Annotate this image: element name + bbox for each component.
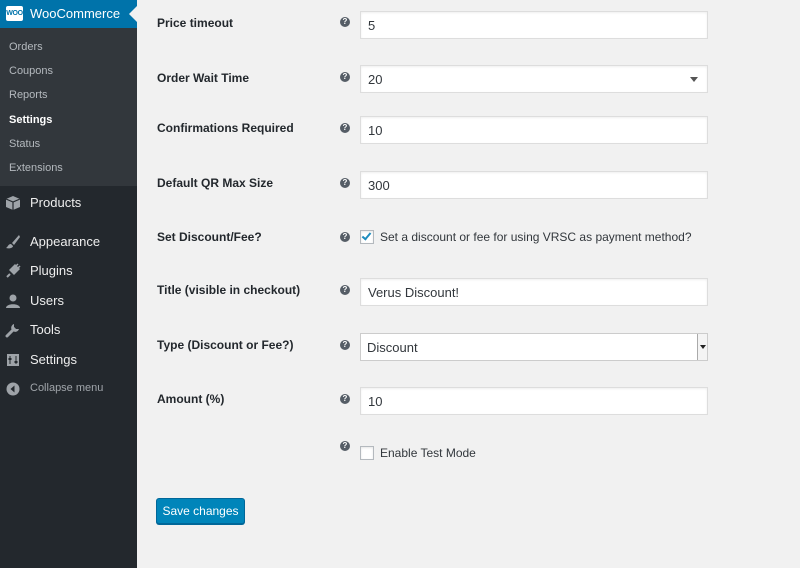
help-icon[interactable]: ? <box>340 340 350 350</box>
confirmations-required-label: Confirmations Required <box>157 121 294 135</box>
submenu-item-status[interactable]: Status <box>9 137 40 151</box>
sidebar-item-label: Tools <box>30 322 61 337</box>
sidebar-item-label: Users <box>30 293 64 308</box>
sidebar-item-plugins[interactable]: Plugins <box>0 259 137 283</box>
help-icon[interactable]: ? <box>340 72 350 82</box>
sidebar-item-settings[interactable]: Settings <box>0 348 137 372</box>
title-input[interactable]: Verus Discount! <box>360 278 708 306</box>
set-discount-fee-label: Set Discount/Fee? <box>157 230 262 244</box>
wrench-icon <box>5 324 19 338</box>
price-timeout-input[interactable]: 5 <box>360 11 708 39</box>
woocommerce-logo-icon: WOO <box>6 6 23 21</box>
amount-input[interactable]: 10 <box>360 387 708 415</box>
default-qr-max-size-label: Default QR Max Size <box>157 176 274 190</box>
set-discount-fee-checkbox[interactable] <box>360 230 374 244</box>
amount-label: Amount (%) <box>157 392 225 406</box>
submenu-item-settings[interactable]: Settings <box>9 113 52 127</box>
user-icon <box>6 294 20 308</box>
order-wait-time-select[interactable]: 20 <box>360 65 708 93</box>
submenu-item-coupons[interactable]: Coupons <box>9 64 53 78</box>
submenu-item-reports[interactable]: Reports <box>9 88 48 102</box>
order-wait-time-value: 20 <box>368 72 383 87</box>
woocommerce-submenu: Orders Coupons Reports Settings Status E… <box>0 28 137 186</box>
type-select[interactable]: Discount <box>360 333 708 361</box>
type-select-value: Discount <box>367 340 418 355</box>
current-menu-arrow-icon <box>129 6 137 22</box>
collapse-menu-button[interactable]: Collapse menu <box>0 377 137 401</box>
help-icon[interactable]: ? <box>340 17 350 27</box>
collapse-arrow-icon <box>6 382 20 396</box>
enable-test-mode-checkbox[interactable] <box>360 446 374 460</box>
default-qr-max-size-input[interactable]: 300 <box>360 171 708 199</box>
submenu-item-extensions[interactable]: Extensions <box>9 161 63 175</box>
paintbrush-icon <box>6 235 20 249</box>
sidebar-item-label: Products <box>30 195 82 210</box>
checkmark-icon <box>361 230 372 241</box>
sidebar-item-label: Plugins <box>30 263 73 278</box>
chevron-down-icon <box>690 77 698 82</box>
help-icon[interactable]: ? <box>340 285 350 295</box>
sidebar-item-woocommerce[interactable]: WOO WooCommerce <box>0 0 137 28</box>
plugin-icon <box>6 263 21 278</box>
collapse-menu-label: Collapse menu <box>30 382 104 394</box>
save-changes-button[interactable]: Save changes <box>156 498 245 524</box>
sidebar-item-label: WooCommerce <box>30 6 121 21</box>
help-icon[interactable]: ? <box>340 123 350 133</box>
sidebar-item-label: Settings <box>30 352 77 367</box>
price-timeout-label: Price timeout <box>157 16 234 30</box>
help-icon[interactable]: ? <box>340 178 350 188</box>
sidebar-item-products[interactable]: Products <box>0 191 137 215</box>
sidebar-item-appearance[interactable]: Appearance <box>0 230 137 254</box>
admin-sidebar: WOO WooCommerce Orders Coupons Reports S… <box>0 0 137 568</box>
sidebar-item-tools[interactable]: Tools <box>0 318 137 342</box>
type-label: Type (Discount or Fee?) <box>157 338 294 352</box>
sidebar-item-label: Appearance <box>30 234 101 249</box>
help-icon[interactable]: ? <box>340 441 350 451</box>
settings-icon <box>7 354 19 366</box>
box-icon <box>5 196 21 210</box>
sidebar-item-users[interactable]: Users <box>0 289 137 313</box>
help-icon[interactable]: ? <box>340 394 350 404</box>
order-wait-time-label: Order Wait Time <box>157 71 250 85</box>
submenu-item-orders[interactable]: Orders <box>9 40 43 54</box>
enable-test-mode-label[interactable]: Enable Test Mode <box>380 446 476 460</box>
set-discount-fee-checkbox-label[interactable]: Set a discount or fee for using VRSC as … <box>380 230 692 244</box>
title-label: Title (visible in checkout) <box>157 283 301 297</box>
dropdown-arrow-icon <box>697 334 707 360</box>
help-icon[interactable]: ? <box>340 232 350 242</box>
confirmations-required-input[interactable]: 10 <box>360 116 708 144</box>
